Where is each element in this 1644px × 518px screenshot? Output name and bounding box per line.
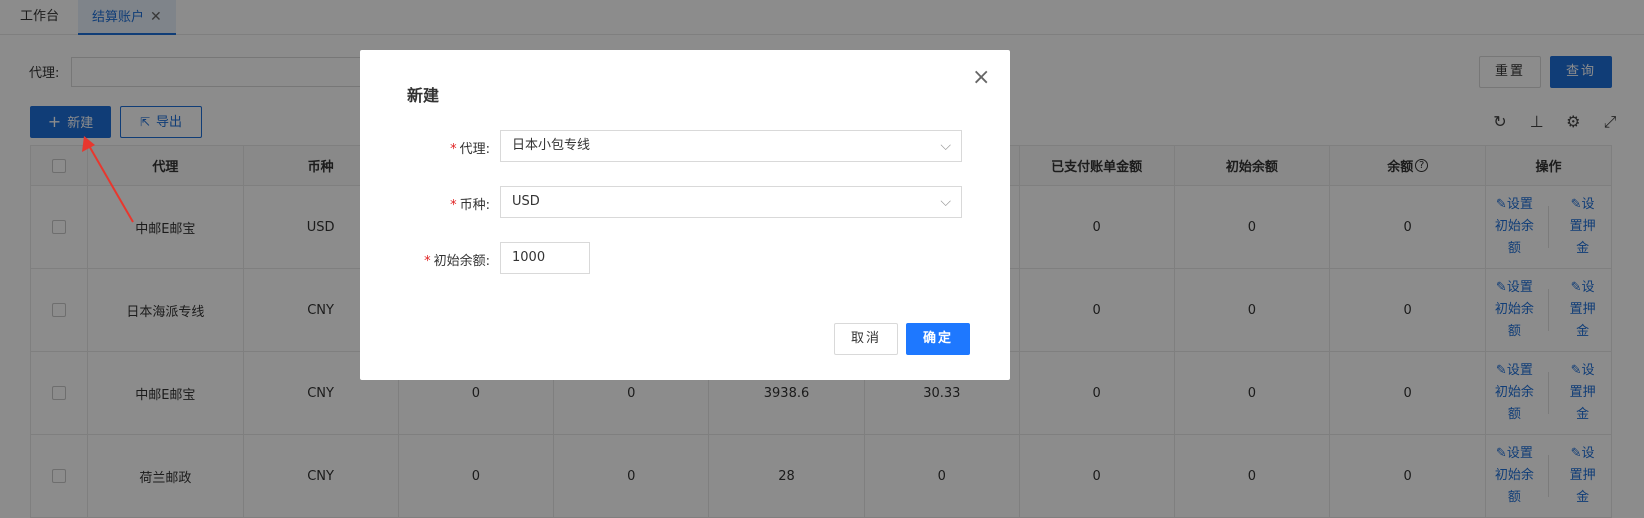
- currency-field-label-text: 币种:: [459, 198, 490, 213]
- cancel-button[interactable]: 取消: [834, 323, 898, 355]
- chevron-down-icon: ⌵: [940, 138, 951, 154]
- required-marker: *: [450, 198, 457, 213]
- agent-field-label: * 代理:: [360, 138, 490, 157]
- confirm-button[interactable]: 确定: [906, 323, 970, 355]
- close-icon[interactable]: ×: [972, 67, 990, 89]
- dialog-title: 新建: [407, 86, 440, 105]
- agent-field-label-text: 代理:: [459, 142, 490, 157]
- currency-select-value: USD: [512, 194, 540, 209]
- initial-balance-field-label: * 初始余额:: [360, 250, 490, 269]
- currency-field-label: * 币种:: [360, 194, 490, 213]
- initial-balance-input[interactable]: 1000: [500, 242, 590, 274]
- initial-balance-label-text: 初始余额:: [433, 254, 490, 269]
- chevron-down-icon: ⌵: [940, 194, 951, 210]
- required-marker: *: [424, 254, 431, 269]
- required-marker: *: [450, 142, 457, 157]
- new-account-dialog: 新建 × * 代理: 日本小包专线 ⌵ * 币种: USD ⌵ * 初始余额: 1000 …: [360, 50, 1010, 380]
- currency-select[interactable]: USD ⌵: [500, 186, 962, 218]
- agent-select-value: 日本小包专线: [512, 138, 591, 153]
- agent-select[interactable]: 日本小包专线 ⌵: [500, 130, 962, 162]
